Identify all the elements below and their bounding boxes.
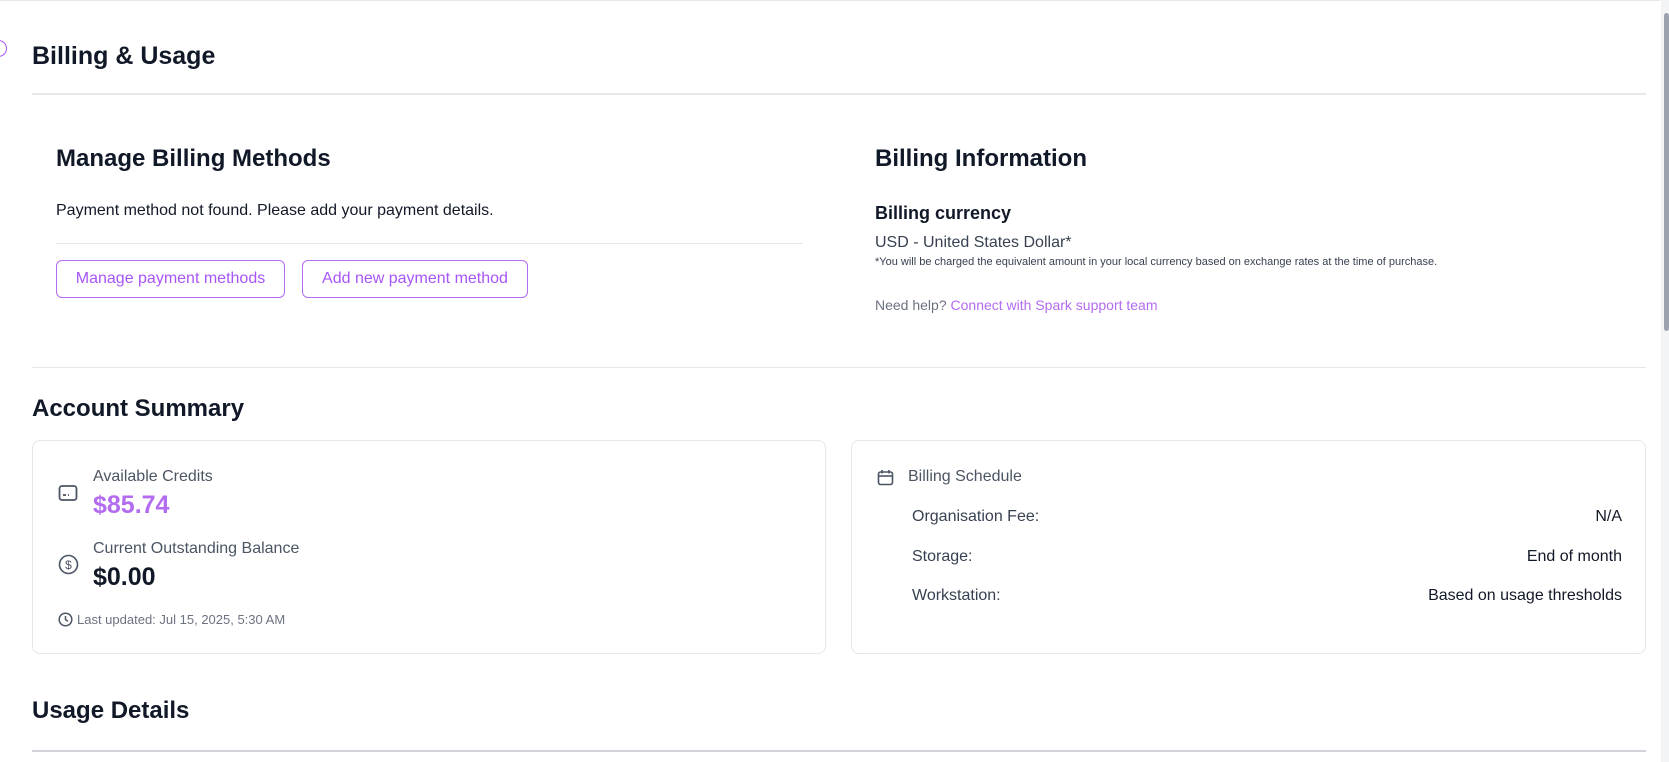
calendar-icon xyxy=(877,470,894,486)
billing-information-title: Billing Information xyxy=(875,145,1087,172)
divider xyxy=(32,750,1646,752)
clock-icon xyxy=(58,612,73,627)
page-title: Billing & Usage xyxy=(32,42,216,70)
payment-missing-message: Payment method not found. Please add you… xyxy=(56,202,494,219)
help-text: Need help? xyxy=(875,297,947,313)
help-row: Need help? Connect with Spark support te… xyxy=(875,297,1158,313)
currency-footnote: *You will be charged the equivalent amou… xyxy=(875,256,1438,268)
schedule-value: Based on usage thresholds xyxy=(1428,587,1622,604)
top-border xyxy=(0,0,1660,1)
svg-text:$: $ xyxy=(65,558,72,572)
schedule-label: Storage: xyxy=(912,548,973,565)
schedule-row-organisation-fee: Organisation Fee: N/A xyxy=(912,508,1622,526)
schedule-row-workstation: Workstation: Based on usage thresholds xyxy=(912,587,1622,605)
schedule-value: N/A xyxy=(1595,508,1622,525)
usage-details-title: Usage Details xyxy=(32,697,190,724)
divider xyxy=(56,243,803,244)
divider xyxy=(32,367,1646,368)
outstanding-balance-label: Current Outstanding Balance xyxy=(93,540,300,557)
schedule-label: Workstation: xyxy=(912,587,1001,604)
account-summary-title: Account Summary xyxy=(32,395,245,422)
schedule-label: Organisation Fee: xyxy=(912,508,1040,525)
billing-schedule-title: Billing Schedule xyxy=(908,468,1022,485)
divider xyxy=(32,93,1646,95)
scrollbar-thumb[interactable] xyxy=(1664,13,1669,331)
available-credits-label: Available Credits xyxy=(93,468,213,485)
available-credits-value: $85.74 xyxy=(93,491,170,519)
outstanding-balance-value: $0.00 xyxy=(93,563,156,591)
billing-currency-value: USD - United States Dollar* xyxy=(875,234,1072,251)
schedule-value: End of month xyxy=(1526,548,1622,565)
sidebar-toggle-icon[interactable] xyxy=(0,40,7,57)
schedule-row-storage: Storage: End of month xyxy=(912,548,1622,566)
dollar-circle-icon: $ xyxy=(58,554,79,575)
support-link[interactable]: Connect with Spark support team xyxy=(951,297,1158,313)
add-payment-method-button[interactable]: Add new payment method xyxy=(302,260,528,298)
manage-billing-title: Manage Billing Methods xyxy=(56,145,331,172)
billing-currency-label: Billing currency xyxy=(875,203,1012,223)
manage-payment-methods-button[interactable]: Manage payment methods xyxy=(56,260,285,298)
last-updated: Last updated: Jul 15, 2025, 5:30 AM xyxy=(77,612,286,627)
credit-card-icon xyxy=(58,485,78,501)
